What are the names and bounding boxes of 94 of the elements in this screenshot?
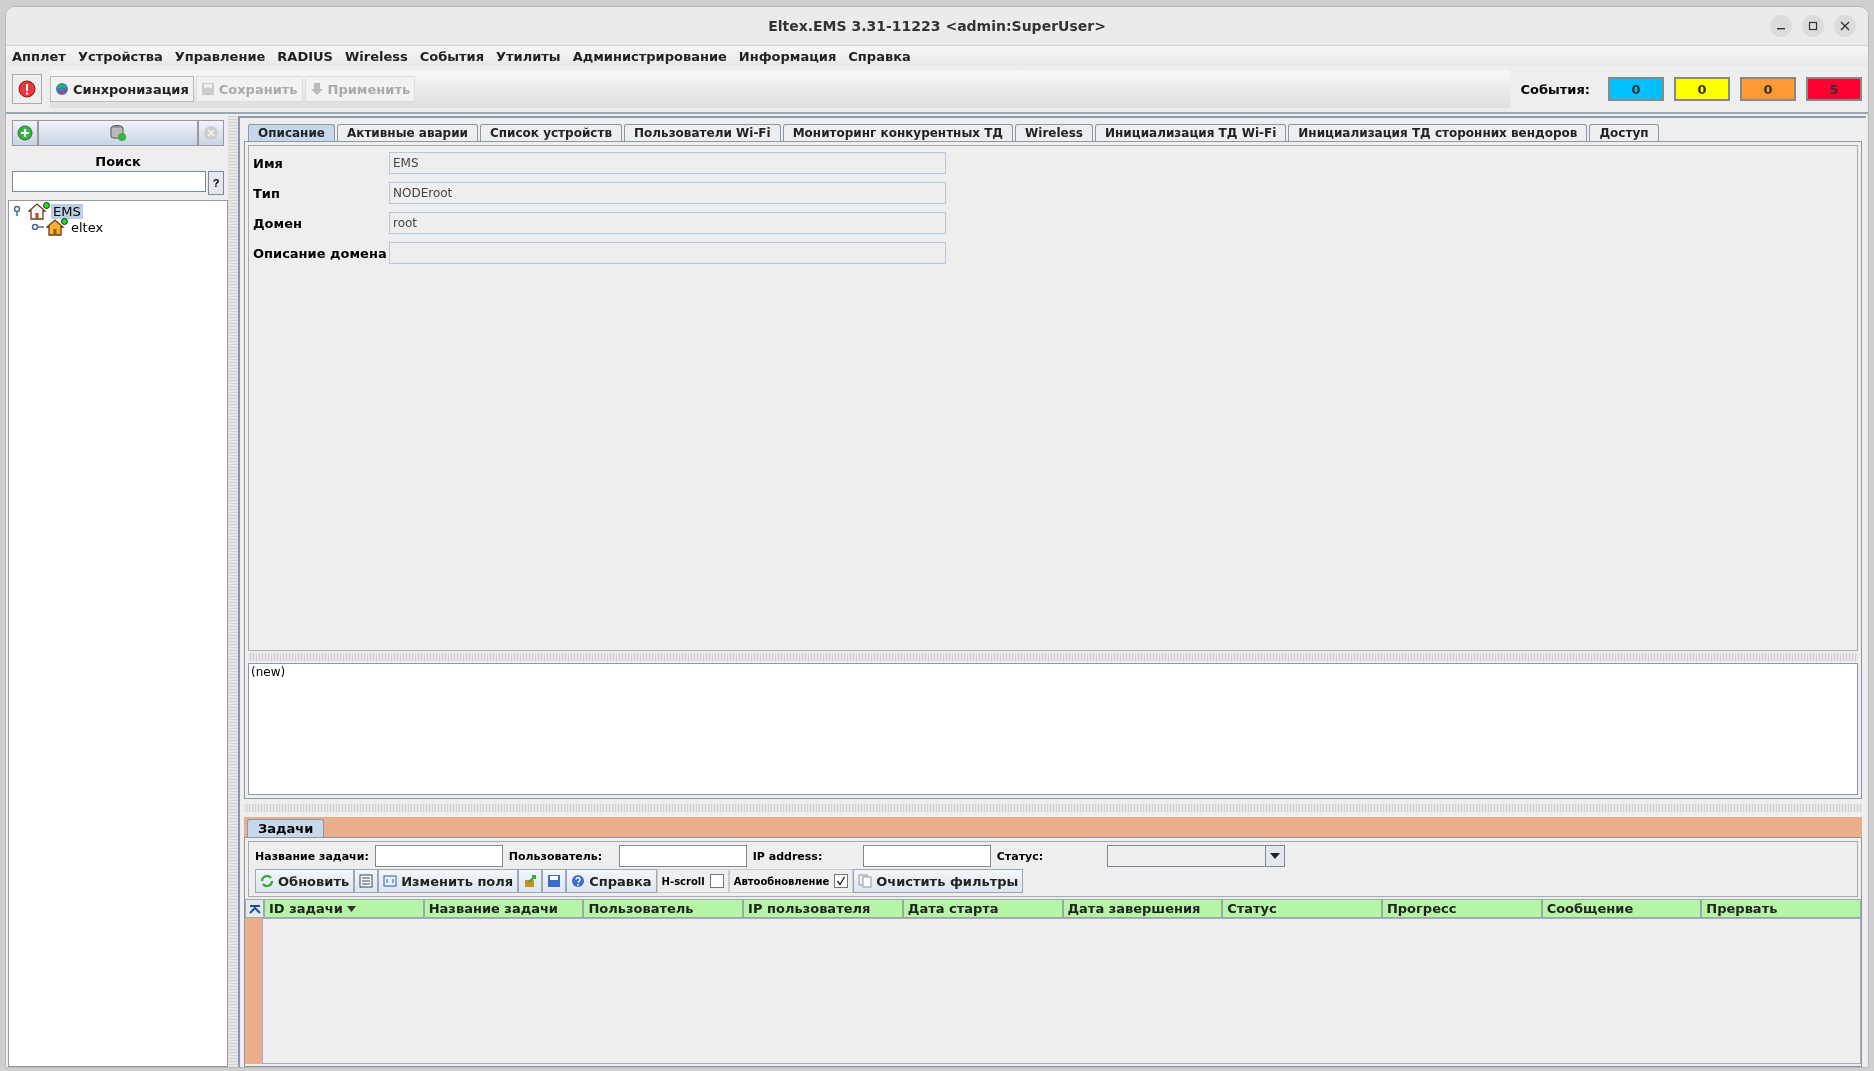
cross-icon — [203, 125, 219, 141]
tab[interactable]: Инициализация ТД Wi-Fi — [1095, 124, 1287, 141]
tab[interactable]: Wireless — [1015, 124, 1093, 141]
tab[interactable]: Список устройств — [480, 124, 622, 141]
column-header[interactable]: Сообщение — [1541, 899, 1702, 918]
close-button[interactable] — [1834, 15, 1856, 37]
tree-item[interactable]: eltex — [69, 219, 106, 235]
help-icon — [571, 874, 586, 888]
tab[interactable]: Активные аварии — [336, 124, 478, 141]
column-header[interactable]: Пользователь — [583, 899, 744, 918]
scroll-top-icon[interactable] — [245, 899, 264, 918]
maximize-icon — [1808, 21, 1818, 31]
field-value[interactable]: EMS — [389, 152, 946, 174]
search-help-button[interactable]: ? — [208, 171, 224, 195]
checkbox[interactable] — [834, 874, 849, 888]
column-header[interactable]: Прервать — [1701, 899, 1862, 918]
task-button[interactable]: Очистить фильтры — [853, 869, 1024, 893]
filter-label: Название задачи: — [255, 849, 369, 863]
column-header[interactable]: Название задачи — [423, 899, 584, 918]
event-counter[interactable]: 0 — [1740, 77, 1796, 101]
field-value[interactable]: NODEroot — [389, 182, 946, 204]
add-button[interactable] — [12, 120, 38, 146]
collapsed-handle-icon[interactable] — [31, 221, 45, 233]
exclamation-icon — [18, 80, 36, 98]
documents-icon — [858, 874, 873, 888]
task-button[interactable]: Справка — [566, 869, 657, 893]
filter-label: Статус: — [996, 849, 1045, 863]
minimize-button[interactable] — [1770, 15, 1792, 37]
column-header[interactable]: Дата завершения — [1062, 899, 1223, 918]
filter-label: IP address: — [752, 849, 824, 863]
menu-item[interactable]: Wireless — [344, 48, 408, 64]
alarm-button[interactable] — [12, 74, 42, 104]
filter-field[interactable] — [374, 845, 503, 867]
field-label: Имя — [253, 155, 284, 171]
toolbar-button[interactable]: Синхронизация — [50, 76, 194, 102]
field-label: Описание домена — [253, 245, 388, 261]
tab[interactable]: Описание — [248, 124, 335, 141]
filter-label: Пользователь: — [508, 849, 604, 863]
database-sync-button[interactable] — [38, 120, 198, 146]
menu-item[interactable]: RADIUS — [277, 48, 333, 64]
columns-icon — [383, 874, 398, 888]
tab[interactable]: Инициализация ТД сторонних вендоров — [1288, 124, 1588, 141]
status-dropdown[interactable] — [1106, 845, 1285, 867]
menu-item[interactable]: Устройства — [77, 48, 163, 64]
export-icon — [523, 874, 538, 888]
menu-item[interactable]: Администрирование — [572, 48, 727, 64]
remove-button[interactable] — [198, 120, 224, 146]
field-value[interactable]: root — [389, 212, 946, 234]
field-label: Домен — [253, 215, 303, 231]
refresh-icon — [260, 874, 274, 888]
house-icon — [46, 218, 68, 236]
filter-field[interactable] — [618, 845, 747, 867]
icon-button[interactable] — [518, 869, 543, 893]
menu-item[interactable]: Справка — [848, 48, 911, 64]
column-header[interactable]: IP пользователя — [743, 899, 903, 918]
down-arrow-icon — [309, 82, 324, 96]
column-header[interactable]: Статус — [1222, 899, 1382, 918]
icon-button[interactable] — [354, 869, 379, 893]
checkbox[interactable] — [709, 874, 724, 888]
notes-area[interactable]: (new) — [248, 663, 1858, 795]
tree-item[interactable]: EMS — [51, 203, 83, 219]
search-label: Поиск — [94, 154, 142, 169]
minimize-icon — [1777, 28, 1785, 30]
checkbox-label: Автообновление — [733, 875, 830, 887]
tab[interactable]: Доступ — [1589, 124, 1659, 141]
icon-button[interactable] — [542, 869, 567, 893]
window-title: Eltex.EMS 3.31-11223 <admin:SuperUser> — [768, 18, 1106, 34]
field-value[interactable] — [389, 242, 946, 264]
menu-item[interactable]: События — [419, 48, 485, 64]
maximize-button[interactable] — [1802, 15, 1824, 37]
close-icon — [1840, 21, 1850, 31]
database-icon — [109, 124, 127, 142]
column-header[interactable]: Дата старта — [902, 899, 1063, 918]
events-label: События: — [1520, 81, 1590, 97]
plus-icon — [17, 125, 33, 141]
menu-item[interactable]: Апплет — [12, 48, 66, 64]
column-header[interactable]: Прогресс — [1381, 899, 1542, 918]
list-icon — [359, 874, 374, 888]
event-counter[interactable]: 0 — [1674, 77, 1730, 101]
filter-field[interactable] — [862, 845, 991, 867]
menu-item[interactable]: Управление — [174, 48, 266, 64]
event-counter[interactable]: 0 — [1608, 77, 1664, 101]
task-button[interactable]: Изменить поля — [378, 869, 519, 893]
globe-icon — [55, 82, 69, 96]
field-label: Тип — [253, 185, 281, 201]
tab[interactable]: Мониторинг конкурентных ТД — [782, 124, 1014, 141]
tab[interactable]: Пользователи Wi-Fi — [624, 124, 781, 141]
tab[interactable]: Задачи — [247, 819, 325, 837]
search-field[interactable] — [12, 171, 206, 192]
task-button[interactable]: Обновить — [255, 869, 355, 893]
checkbox-label: H-scroll — [661, 875, 705, 887]
column-header[interactable]: ID задачи — [264, 899, 424, 918]
menu-item[interactable]: Информация — [738, 48, 837, 64]
menu-item[interactable]: Утилиты — [496, 48, 561, 64]
